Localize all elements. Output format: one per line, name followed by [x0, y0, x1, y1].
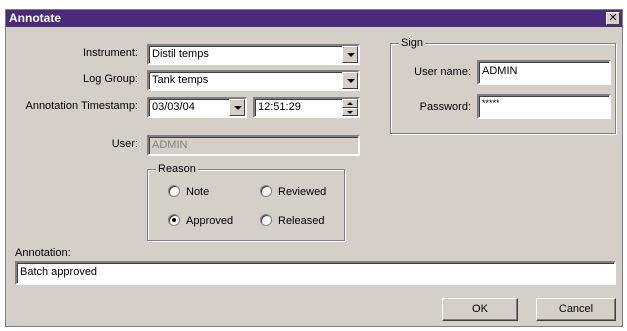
reason-title: Reason	[156, 162, 198, 176]
radio-checked-icon	[168, 214, 180, 226]
time-spinner[interactable]	[342, 99, 358, 116]
sign-group: Sign User name: ADMIN Password: *****	[390, 36, 616, 134]
time-value: 12:51:29	[258, 101, 301, 113]
annotation-label: Annotation:	[15, 247, 71, 259]
spin-down-icon[interactable]	[342, 107, 358, 116]
radio-icon	[168, 185, 180, 197]
reason-released-radio[interactable]: Released	[260, 214, 324, 228]
reason-approved-radio[interactable]: Approved	[168, 214, 233, 228]
instrument-label: Instrument:	[82, 47, 138, 59]
user-label: User:	[111, 138, 138, 150]
radio-icon	[260, 185, 272, 197]
annotation-input[interactable]: Batch approved	[15, 261, 616, 285]
password-input[interactable]: *****	[477, 94, 611, 119]
reason-note-label: Note	[186, 186, 210, 198]
chevron-down-icon[interactable]	[342, 46, 358, 63]
reason-group: Reason Note Reviewed Approved Released	[147, 162, 345, 241]
reason-released-label: Released	[278, 215, 325, 227]
instrument-select[interactable]: Distil temps	[147, 44, 360, 65]
log-group-value: Tank temps	[152, 74, 209, 86]
reason-reviewed-label: Reviewed	[278, 186, 327, 198]
date-picker[interactable]: 03/03/04	[147, 97, 247, 118]
close-button[interactable]: ✕	[606, 12, 620, 25]
log-group-label: Log Group:	[82, 73, 138, 85]
chevron-down-icon[interactable]	[342, 72, 358, 89]
annotation-value: Batch approved	[20, 266, 98, 278]
cancel-button[interactable]: Cancel	[536, 298, 616, 321]
chevron-down-icon[interactable]	[229, 99, 245, 116]
title-bar[interactable]: Annotate ✕	[6, 10, 622, 27]
sign-title: Sign	[399, 36, 426, 50]
window-title: Annotate	[9, 11, 61, 25]
instrument-value: Distil temps	[152, 48, 209, 60]
user-name-input[interactable]: ADMIN	[477, 60, 611, 85]
reason-note-radio[interactable]: Note	[168, 185, 209, 199]
spin-up-icon[interactable]	[342, 99, 358, 108]
ok-button[interactable]: OK	[442, 298, 518, 321]
reason-approved-label: Approved	[186, 215, 234, 227]
time-field[interactable]: 12:51:29	[253, 97, 360, 118]
annotate-dialog: Annotate ✕ Instrument: Distil temps Log …	[5, 9, 623, 327]
date-value: 03/03/04	[152, 101, 195, 113]
password-label: Password:	[419, 101, 471, 113]
password-value: *****	[482, 98, 500, 108]
timestamp-label: Annotation Timestamp:	[25, 100, 138, 112]
log-group-select[interactable]: Tank temps	[147, 70, 360, 91]
user-field: ADMIN	[147, 135, 360, 156]
close-icon: ✕	[608, 12, 618, 24]
radio-icon	[260, 214, 272, 226]
user-value: ADMIN	[152, 139, 188, 151]
user-name-value: ADMIN	[482, 65, 518, 77]
user-name-label: User name:	[414, 66, 471, 78]
reason-reviewed-radio[interactable]: Reviewed	[260, 185, 326, 199]
